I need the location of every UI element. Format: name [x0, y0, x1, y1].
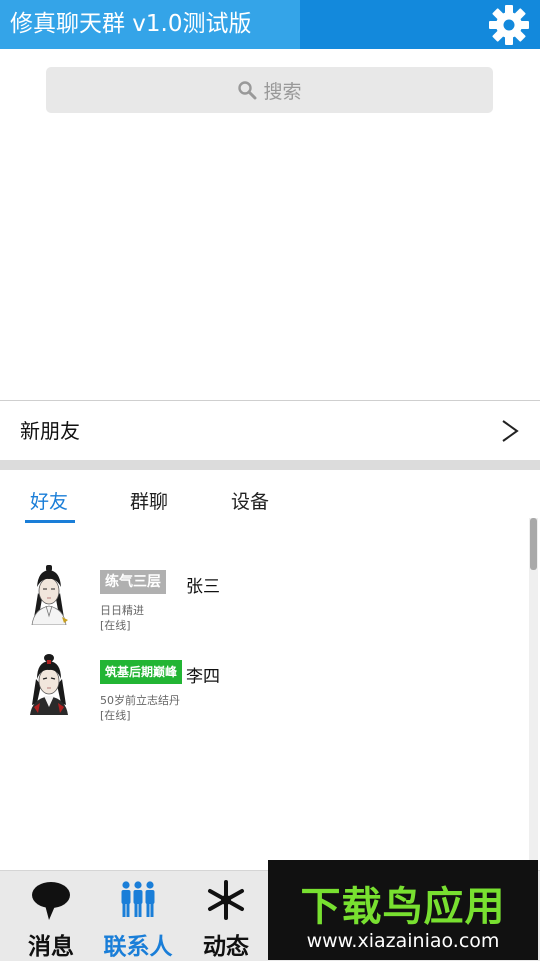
app-header: 修真聊天群 v1.0测试版 [0, 0, 540, 49]
friend-info: 日日精进 [在线] [100, 603, 144, 633]
friend-name: 李四 [186, 667, 220, 687]
snowflake-icon [208, 880, 244, 920]
avatar [30, 654, 68, 715]
search-placeholder: 搜索 [263, 80, 302, 103]
cultivation-rank-badge: 练气三层 [100, 570, 166, 594]
chevron-right-icon [502, 420, 519, 442]
people-icon [121, 881, 155, 917]
online-status: [在线] [100, 709, 131, 722]
search-icon [238, 81, 257, 100]
scrollbar-thumb[interactable] [530, 518, 537, 570]
watermark-logo: 下载鸟应用 www.xiazainiao.com [268, 860, 538, 960]
friend-row-zhangsan[interactable]: 练气三层 张三 日日精进 [在线] [0, 563, 520, 643]
section-divider [0, 460, 540, 470]
chat-bubble-icon [32, 882, 70, 920]
empty-area [0, 125, 540, 400]
friend-row-lisi[interactable]: 筑基后期巅峰 李四 50岁前立志结丹 [在线] [0, 653, 520, 733]
app-title: 修真聊天群 v1.0测试版 [10, 11, 252, 37]
nav-contacts-label: 联系人 [103, 934, 173, 960]
friend-motto: 日日精进 [100, 604, 144, 617]
contact-tabs: 好友 群聊 设备 [0, 470, 540, 530]
tab-active-indicator [25, 520, 75, 523]
tab-friends[interactable]: 好友 [30, 487, 68, 514]
new-friends-row[interactable]: 新朋友 [0, 400, 540, 461]
nav-moments[interactable]: 动态 [186, 871, 266, 961]
online-status: [在线] [100, 619, 131, 632]
watermark-url: www.xiazainiao.com [306, 930, 500, 952]
nav-messages-label: 消息 [28, 934, 74, 960]
gear-icon[interactable] [488, 4, 530, 46]
tab-devices[interactable]: 设备 [231, 487, 269, 514]
friend-info: 50岁前立志结丹 [在线] [100, 693, 180, 723]
friend-motto: 50岁前立志结丹 [100, 694, 180, 707]
avatar [31, 565, 68, 625]
search-bar[interactable]: 搜索 [46, 67, 493, 113]
new-friends-label: 新朋友 [20, 419, 80, 443]
nav-messages[interactable]: 消息 [11, 871, 91, 961]
nav-moments-label: 动态 [203, 934, 249, 960]
watermark-brand: 下载鸟应用 [300, 884, 506, 930]
friend-name: 张三 [186, 577, 220, 597]
cultivation-rank-badge: 筑基后期巅峰 [100, 660, 183, 684]
nav-contacts[interactable]: 联系人 [98, 871, 178, 961]
tab-groups[interactable]: 群聊 [130, 487, 168, 514]
